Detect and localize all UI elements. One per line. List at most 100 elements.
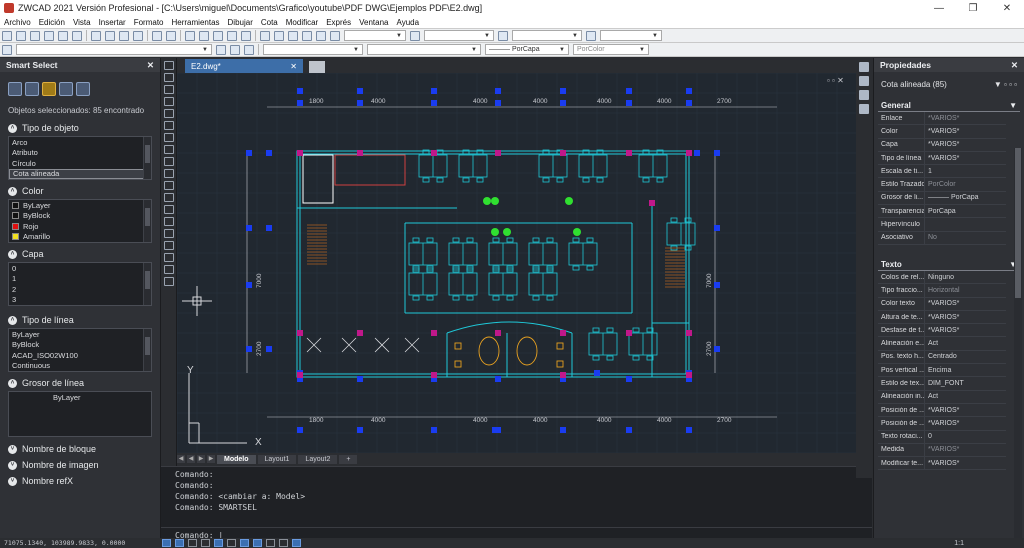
insert-block-icon[interactable] [164, 193, 174, 202]
color-list[interactable]: ByLayer ByBlock Rojo Amarillo [8, 199, 152, 243]
prev-tab-icon[interactable]: ◀ [187, 455, 195, 463]
close-icon[interactable]: ✕ [1011, 60, 1018, 71]
section-object-type[interactable]: ˄ Tipo de objeto [0, 120, 160, 136]
property-value[interactable]: *VARIOS* [924, 443, 1006, 457]
ellipse-icon[interactable] [164, 169, 174, 178]
list-item[interactable]: ACAD_ISO02W100 [9, 350, 151, 361]
tool-palettes-icon[interactable] [859, 104, 869, 114]
last-tab-icon[interactable]: ▶ [207, 455, 215, 463]
selection-dropdown[interactable]: Cota alineada (85) ▼ ▫ ▫ ▫ [878, 76, 1020, 92]
tab-e2-dwg[interactable]: E2.dwg* ✕ [185, 59, 303, 73]
property-row[interactable]: Asociativo No [878, 231, 1006, 245]
property-value[interactable]: *VARIOS* [924, 324, 1006, 337]
circle-icon[interactable] [164, 133, 174, 142]
polygon-icon[interactable] [164, 97, 174, 106]
list-item[interactable]: Círculo [9, 158, 151, 169]
property-value[interactable]: *VARIOS* [924, 125, 1006, 138]
list-item[interactable]: 0 [9, 263, 151, 274]
text-style-select[interactable]: ▼ [344, 30, 406, 41]
otrack-icon[interactable] [227, 539, 236, 547]
list-item[interactable]: Arco [9, 137, 151, 148]
section-image-name[interactable]: ˅ Nombre de imagen [0, 457, 160, 473]
menu-archivo[interactable]: Archivo [0, 18, 35, 27]
table-style-icon[interactable] [498, 30, 508, 41]
undo-icon[interactable] [152, 30, 162, 41]
cut-icon[interactable] [91, 30, 101, 41]
property-row[interactable]: Escala de ti... 1 [878, 165, 1006, 179]
property-value[interactable]: *VARIOS* [924, 151, 1006, 165]
menu-insertar[interactable]: Insertar [95, 18, 130, 27]
refresh-icon[interactable] [42, 82, 56, 96]
layer-manager-icon[interactable] [2, 44, 12, 55]
property-value[interactable]: *VARIOS* [924, 112, 1006, 125]
object-type-list[interactable]: Arco Atributo Círculo Cota alineada [8, 136, 152, 180]
property-value[interactable]: *VARIOS* [924, 310, 1006, 324]
scrollbar[interactable] [143, 200, 151, 242]
linetype-select[interactable]: ▼ [367, 44, 481, 55]
viewport-controls[interactable]: ▫ ▫ ✕ [827, 76, 844, 85]
construction-line-icon[interactable] [164, 73, 174, 82]
lineweight-icon[interactable] [253, 539, 262, 547]
polyline-icon[interactable] [164, 85, 174, 94]
linetype-list[interactable]: ByLayer ByBlock ACAD_ISO02W100 Continuou… [8, 328, 152, 372]
list-item[interactable]: ByBlock [9, 340, 151, 351]
property-value[interactable]: Horizontal [924, 284, 1006, 297]
floor-plan[interactable]: ▫ ▫ ✕ 1800 4000 4000 4000 4000 4000 2700… [177, 73, 856, 453]
save-icon[interactable] [30, 30, 40, 41]
property-row[interactable]: Modificar te... *VARIOS* [878, 457, 1006, 471]
add-layout-button[interactable]: + [339, 454, 358, 464]
list-item-selected[interactable]: Cota alineada [9, 168, 151, 179]
match-properties-icon[interactable] [133, 30, 143, 41]
zoom-extents-icon[interactable] [241, 30, 251, 41]
menu-formato[interactable]: Formato [130, 18, 168, 27]
section-linetype[interactable]: ˄ Tipo de línea [0, 312, 160, 328]
menu-ayuda[interactable]: Ayuda [393, 18, 424, 27]
property-row[interactable]: Grosor de li... ——— PorCapa [878, 191, 1006, 206]
drawing-canvas[interactable]: ▫ ▫ ✕ 1800 4000 4000 4000 4000 4000 2700… [177, 73, 856, 453]
properties-icon[interactable] [260, 30, 270, 41]
select-objects-icon[interactable] [59, 82, 73, 96]
table-style-select[interactable]: ▼ [512, 30, 582, 41]
section-layer[interactable]: ˄ Capa [0, 246, 160, 262]
property-row[interactable]: Colos de rel... Ninguno [878, 270, 1006, 285]
layer-state-icon[interactable] [244, 44, 254, 55]
property-row[interactable]: Color *VARIOS* [878, 125, 1006, 139]
color-select[interactable]: ▼ [263, 44, 363, 55]
close-icon[interactable]: ✕ [290, 62, 297, 71]
menu-expres[interactable]: Exprés [322, 18, 355, 27]
property-row[interactable]: Medida *VARIOS* [878, 443, 1006, 458]
property-row[interactable]: Pos vertical ... Encima [878, 364, 1006, 378]
property-row[interactable]: Enlace *VARIOS* [878, 112, 1006, 126]
cloud-icon[interactable] [164, 145, 174, 154]
menu-ventana[interactable]: Ventana [355, 18, 392, 27]
spline-icon[interactable] [164, 157, 174, 166]
property-value[interactable]: *VARIOS* [924, 138, 1006, 151]
property-value[interactable]: *VARIOS* [924, 417, 1006, 430]
property-row[interactable]: Texto rotaci... 0 [878, 430, 1006, 444]
copy-icon[interactable] [105, 30, 115, 41]
selection-cycling-icon[interactable] [292, 539, 301, 547]
property-row[interactable]: Hipervínculo [878, 218, 1006, 232]
text-style-icon[interactable] [330, 30, 340, 41]
mtext-icon[interactable] [164, 277, 174, 286]
annotation-scale[interactable]: 1:1 [954, 540, 964, 547]
tab-layout2[interactable]: Layout2 [298, 454, 338, 464]
list-item[interactable]: Atributo [9, 148, 151, 159]
filter-add-icon[interactable] [25, 82, 39, 96]
menu-modificar[interactable]: Modificar [282, 18, 322, 27]
next-tab-icon[interactable]: ▶ [197, 455, 205, 463]
multileader-style-select[interactable]: ▼ [600, 30, 662, 41]
list-item[interactable]: Rojo [9, 221, 151, 232]
close-button[interactable]: ✕ [990, 3, 1024, 14]
gradient-icon[interactable] [164, 241, 174, 250]
property-value[interactable]: Act [924, 337, 1006, 350]
property-row[interactable]: Color texto *VARIOS* [878, 297, 1006, 311]
paste-icon[interactable] [119, 30, 129, 41]
snap-icon[interactable] [175, 539, 184, 547]
settings-icon[interactable] [76, 82, 90, 96]
property-row[interactable]: Altura de te... *VARIOS* [878, 310, 1006, 325]
section-color[interactable]: ˄ Color [0, 183, 160, 199]
property-row[interactable]: Transparencia PorCapa [878, 205, 1006, 219]
property-row[interactable]: Tipo fraccio... Horizontal [878, 284, 1006, 298]
property-value[interactable]: PorColor [924, 178, 1006, 191]
